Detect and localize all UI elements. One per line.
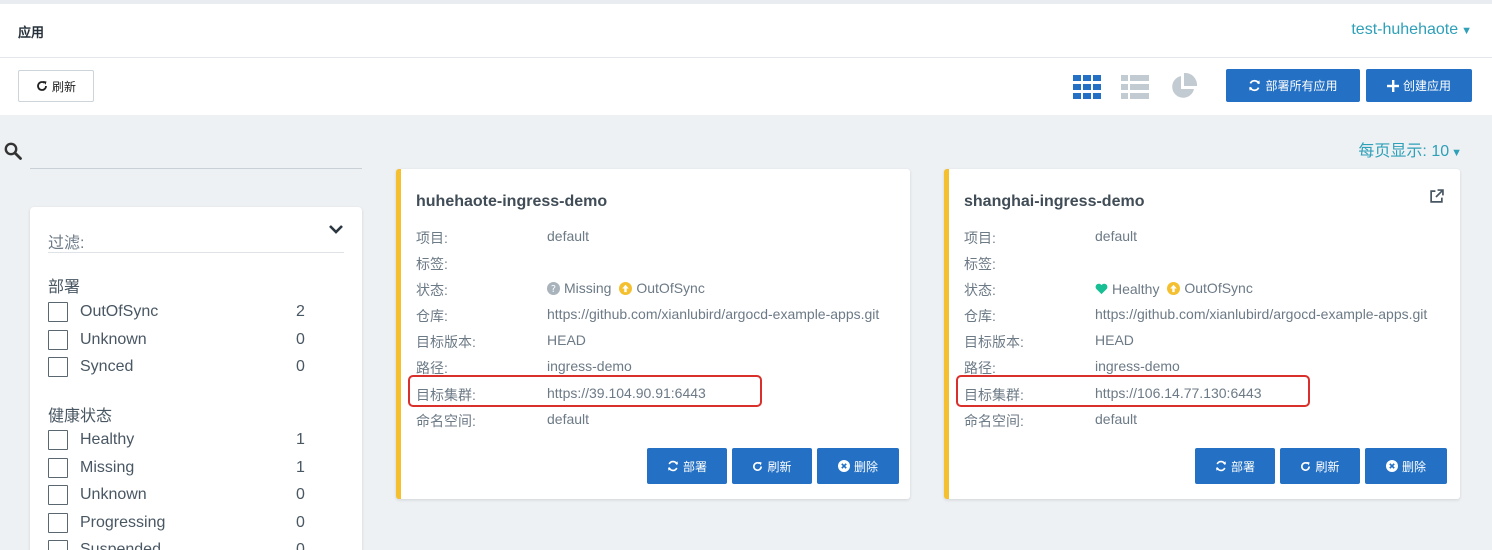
new-app-label: 创建应用 — [1402, 79, 1451, 93]
plus-icon — [1386, 79, 1399, 92]
per-page-label: 每页显示: — [1358, 143, 1427, 160]
namespace-row: 命名空间: default — [416, 411, 590, 429]
sync-button[interactable]: 部署 — [647, 448, 727, 484]
filter-item-healthy[interactable]: Healthy 1 — [48, 429, 316, 451]
search-input[interactable] — [30, 168, 362, 169]
namespace-row: 命名空间: default — [964, 411, 1138, 429]
svg-text:?: ? — [551, 283, 556, 294]
missing-icon: ? — [547, 281, 560, 295]
repo-row: 仓库: https://github.com/xianlubird/argocd-… — [416, 306, 880, 324]
sync-status: OutOfSync — [619, 280, 705, 296]
checkbox[interactable] — [48, 485, 68, 505]
checkbox[interactable] — [48, 430, 68, 450]
refresh-button[interactable]: 刷新 — [18, 70, 94, 102]
delete-button[interactable]: 删除 — [1365, 448, 1447, 484]
project-row: 项目: default — [964, 228, 1138, 246]
status-row: 状态: ? Missing OutOfSync — [416, 280, 705, 298]
filter-item-unknown[interactable]: Unknown 0 — [48, 329, 316, 351]
chevron-down-icon[interactable] — [328, 223, 344, 235]
page-title: 应用 — [18, 25, 45, 40]
sync-group-title: 部署 — [48, 279, 81, 296]
refresh-icon — [37, 81, 47, 91]
checkbox[interactable] — [48, 357, 68, 377]
per-page-value: 10 — [1431, 143, 1450, 160]
labels-row: 标签: — [964, 256, 996, 272]
sync-icon — [1215, 460, 1226, 472]
tiles-view-icon[interactable] — [1073, 75, 1101, 99]
outofsync-icon — [1167, 281, 1181, 295]
repo-row: 仓库: https://github.com/xianlubird/argocd-… — [964, 306, 1428, 324]
filter-item-suspended[interactable]: Suspended 0 — [48, 539, 316, 550]
outofsync-icon — [619, 281, 633, 295]
card-actions: 部署 刷新 删除 — [1195, 448, 1447, 484]
list-view-icon[interactable] — [1121, 75, 1149, 99]
filter-item-synced[interactable]: Synced 0 — [48, 356, 316, 378]
sync-button[interactable]: 部署 — [1195, 448, 1275, 484]
card-actions: 部署 刷新 删除 — [647, 448, 899, 484]
sync-all-label: 部署所有应用 — [1265, 79, 1338, 93]
destination-highlight — [956, 375, 1310, 407]
external-link-icon[interactable] — [1429, 189, 1444, 204]
per-page-selector[interactable]: 每页显示: 10 ▼ — [1358, 137, 1462, 161]
delete-icon — [837, 460, 850, 472]
app-card[interactable]: huhehaote-ingress-demo 项目: default 标签: 状态… — [396, 169, 910, 499]
target-revision-row: 目标版本: HEAD — [964, 332, 1134, 350]
checkbox[interactable] — [48, 540, 68, 550]
refresh-icon — [753, 461, 763, 471]
pie-chart-view-icon[interactable] — [1169, 73, 1197, 101]
new-app-button[interactable]: 创建应用 — [1366, 69, 1472, 102]
health-group-title: 健康状态 — [48, 408, 113, 425]
target-revision-row: 目标版本: HEAD — [416, 332, 586, 350]
refresh-label: 刷新 — [51, 79, 76, 94]
app-card[interactable]: shanghai-ingress-demo 项目: default 标签: 状态:… — [944, 169, 1460, 499]
sync-all-apps-button[interactable]: 部署所有应用 — [1226, 69, 1360, 102]
refresh-button[interactable]: 刷新 — [732, 448, 812, 484]
filter-panel: 过滤: 部署 OutOfSync 2 Unknown 0 Synced 0 健康状态 … — [30, 207, 362, 550]
project-name: test-huhehaote — [1351, 21, 1459, 38]
caret-down-icon: ▼ — [1461, 25, 1472, 37]
app-name[interactable]: shanghai-ingress-demo — [964, 193, 1144, 211]
refresh-icon — [1301, 461, 1311, 471]
destination-highlight — [408, 375, 762, 407]
health-status: Healthy — [1095, 281, 1159, 297]
view-switcher — [1073, 73, 1197, 101]
project-selector[interactable]: test-huhehaote ▼ — [1351, 21, 1472, 39]
filter-item-outofsync[interactable]: OutOfSync 2 — [48, 301, 316, 323]
filter-item-unknown-health[interactable]: Unknown 0 — [48, 484, 316, 506]
search-icon — [4, 142, 22, 160]
filter-header[interactable]: 过滤: — [48, 225, 344, 253]
delete-button[interactable]: 删除 — [817, 448, 899, 484]
checkbox[interactable] — [48, 513, 68, 533]
filter-item-progressing[interactable]: Progressing 0 — [48, 512, 316, 534]
delete-icon — [1385, 460, 1398, 472]
toolbar: 刷新 部署所有应用 创建应用 — [0, 58, 1492, 115]
sync-icon — [1249, 79, 1261, 92]
checkbox[interactable] — [48, 458, 68, 478]
refresh-button[interactable]: 刷新 — [1280, 448, 1360, 484]
caret-down-icon: ▼ — [1451, 147, 1462, 159]
project-row: 项目: default — [416, 228, 590, 246]
labels-row: 标签: — [416, 256, 448, 272]
checkbox[interactable] — [48, 302, 68, 322]
sync-status: OutOfSync — [1167, 280, 1253, 296]
filter-title: 过滤: — [48, 235, 85, 252]
filter-item-missing[interactable]: Missing 1 — [48, 457, 316, 479]
sync-icon — [667, 460, 678, 472]
health-status: ? Missing — [547, 280, 611, 296]
top-bar: 应用 test-huhehaote ▼ — [0, 0, 1492, 58]
app-name[interactable]: huhehaote-ingress-demo — [416, 193, 607, 211]
status-row: 状态: Healthy OutOfSync — [964, 280, 1253, 298]
heart-icon — [1095, 283, 1108, 294]
checkbox[interactable] — [48, 330, 68, 350]
